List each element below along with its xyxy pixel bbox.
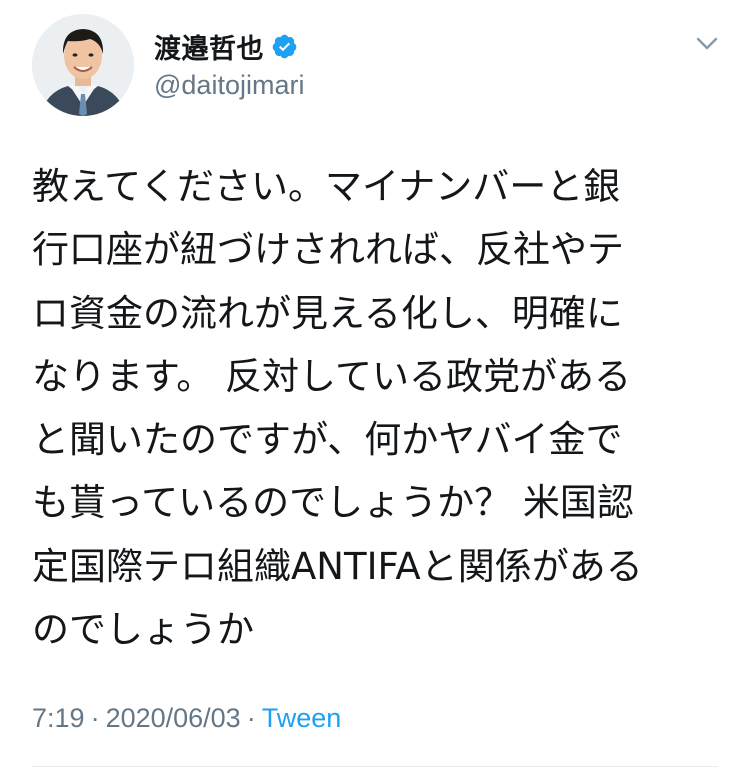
user-handle[interactable]: @daitojimari <box>154 70 304 101</box>
tweet-meta: 7:19 · 2020/06/03 · Tween <box>32 703 341 734</box>
tweet-text-line: のでしょうか <box>32 608 254 652</box>
display-name[interactable]: 渡邉哲也 <box>154 27 264 66</box>
meta-separator: · <box>90 703 100 733</box>
tweet-date[interactable]: 2020/06/03 <box>106 703 241 733</box>
tweet-text-line: 教えてください。マイナンバーと銀 <box>32 165 621 208</box>
tweet-card: 渡邉哲也 @daitojimari 教えてください。マイナンバーと銀 行口座が紐… <box>0 0 750 767</box>
tweet-client-link[interactable]: Tween <box>262 703 342 733</box>
chevron-down-icon[interactable] <box>694 30 720 56</box>
tweet-text-line: ロ資金の流れが見える化し、明確に <box>32 291 623 335</box>
author-block[interactable]: 渡邉哲也 @daitojimari <box>154 28 304 101</box>
meta-separator: · <box>246 703 256 733</box>
tweet-text-line: 定国際テロ組織ANTIFAと関係がある <box>32 544 643 588</box>
tweet-text-line: なります。 反対している政党がある <box>32 354 631 398</box>
avatar[interactable] <box>32 14 134 116</box>
avatar-photo <box>32 14 134 116</box>
verified-badge-icon <box>271 33 298 60</box>
tweet-time[interactable]: 7:19 <box>32 703 85 733</box>
tweet-text-line: も貰っているのでしょうか？ 米国認 <box>32 481 634 525</box>
tweet-text: 教えてください。マイナンバーと銀 行口座が紐づけされれば、反社やテ ロ資金の流れ… <box>32 155 727 661</box>
name-row: 渡邉哲也 <box>154 27 304 66</box>
tweet-text-line: 行口座が紐づけされれば、反社やテ <box>32 228 624 272</box>
tweet-text-line: と聞いたのですが、何かヤバイ金で <box>32 418 623 462</box>
